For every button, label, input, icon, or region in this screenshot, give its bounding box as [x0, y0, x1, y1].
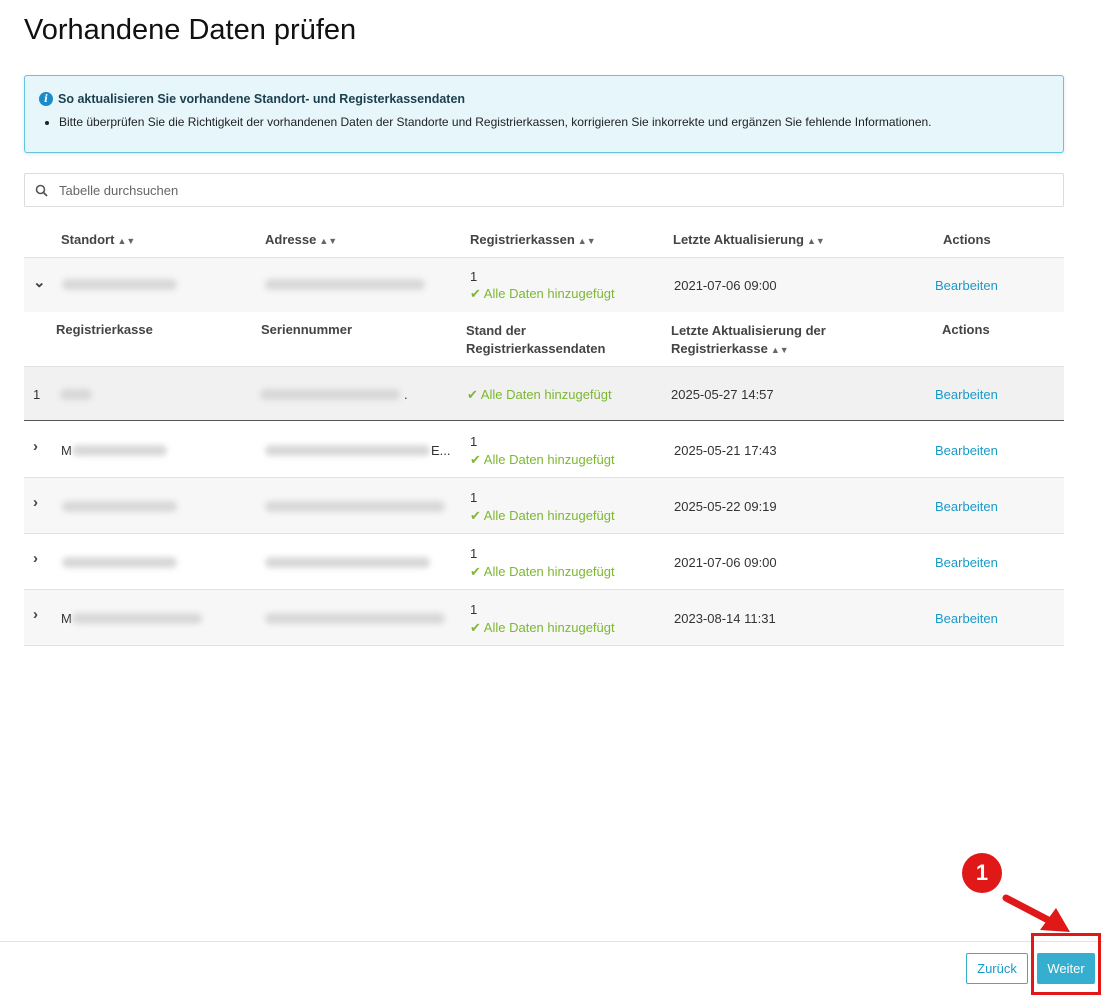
table-header: Standort ▲▼ Adresse ▲▼ Registrierkassen ▲▼ … — [24, 222, 1064, 258]
footer-divider — [0, 941, 1103, 942]
arrow-icon — [1002, 894, 1070, 932]
redacted-address — [265, 279, 425, 290]
sort-icon: ▲▼ — [770, 345, 789, 355]
info-box: i So aktualisieren Sie vorhandene Stando… — [24, 75, 1064, 153]
chevron-right-icon[interactable]: › — [33, 438, 38, 455]
sort-icon: ▲▼ — [577, 236, 596, 246]
table-row: › M E... 1 ✔ Alle Daten hinzugefügt 2025… — [24, 422, 1064, 478]
last-update: 2025-05-21 17:43 — [674, 443, 777, 458]
redacted-standort — [62, 501, 177, 512]
status-label: ✔ Alle Daten hinzugefügt — [470, 620, 615, 635]
edit-link[interactable]: Bearbeiten — [935, 443, 998, 458]
redacted-serial — [260, 389, 400, 400]
last-update: 2025-05-22 09:19 — [674, 499, 777, 514]
table-row: › M 1 ✔ Alle Daten hinzugefügt 2023-08-1… — [24, 590, 1064, 646]
redacted-standort — [72, 613, 202, 624]
edit-link[interactable]: Bearbeiten — [935, 499, 998, 514]
address-suffix: E... — [431, 443, 451, 458]
redacted-standort — [72, 445, 167, 456]
header-registrierkassen[interactable]: Registrierkassen ▲▼ — [470, 232, 596, 247]
redacted-address — [265, 501, 445, 512]
register-count: 1 — [470, 434, 478, 449]
redacted-address — [265, 445, 430, 456]
search-bar — [24, 173, 1064, 207]
register-count: 1 — [470, 490, 478, 505]
edit-link[interactable]: Bearbeiten — [935, 555, 998, 570]
info-list-item: Bitte überprüfen Sie die Richtigkeit der… — [59, 115, 1049, 129]
serial-suffix: . — [404, 387, 408, 402]
header-letzte-aktualisierung[interactable]: Letzte Aktualisierung ▲▼ — [673, 232, 825, 247]
sub-header-stand: Stand der Registrierkassendaten — [466, 323, 606, 356]
edit-link[interactable]: Bearbeiten — [935, 611, 998, 626]
sub-header-registrierkasse: Registrierkasse — [56, 322, 153, 337]
info-title-text: So aktualisieren Sie vorhandene Standort… — [58, 92, 466, 106]
last-update: 2021-07-06 09:00 — [674, 278, 777, 293]
status-label: ✔ Alle Daten hinzugefügt — [470, 508, 615, 523]
chevron-right-icon[interactable]: › — [33, 494, 38, 511]
redacted-register — [60, 389, 92, 400]
standort-prefix: M — [61, 611, 72, 626]
chevron-down-icon[interactable]: ⌄ — [33, 273, 46, 291]
redacted-address — [265, 557, 430, 568]
sort-icon: ▲▼ — [806, 236, 825, 246]
register-index: 1 — [33, 387, 41, 402]
last-update: 2021-07-06 09:00 — [674, 555, 777, 570]
table-row: ⌄ 1 ✔ Alle Daten hinzugefügt 2021-07-06 … — [24, 258, 1064, 312]
edit-link[interactable]: Bearbeiten — [935, 387, 998, 402]
redacted-address — [265, 613, 445, 624]
edit-link[interactable]: Bearbeiten — [935, 278, 998, 293]
page-title: Vorhandene Daten prüfen — [24, 14, 357, 46]
search-icon — [25, 184, 57, 197]
redacted-standort — [62, 557, 177, 568]
status-label: ✔ Alle Daten hinzugefügt — [470, 564, 615, 579]
sub-header-actions: Actions — [942, 322, 990, 337]
back-button[interactable]: Zurück — [966, 953, 1028, 984]
sort-icon: ▲▼ — [319, 236, 338, 246]
step-badge: 1 — [962, 853, 1002, 893]
header-standort[interactable]: Standort ▲▼ — [61, 232, 135, 247]
last-update: 2023-08-14 11:31 — [674, 611, 776, 626]
info-icon: i — [39, 92, 53, 106]
register-count: 1 — [470, 546, 478, 561]
status-label: ✔ Alle Daten hinzugefügt — [467, 387, 612, 402]
highlight-box — [1031, 933, 1101, 995]
header-actions: Actions — [943, 232, 991, 247]
status-label: ✔ Alle Daten hinzugefügt — [470, 286, 615, 301]
status-label: ✔ Alle Daten hinzugefügt — [470, 452, 615, 467]
sort-icon: ▲▼ — [117, 236, 136, 246]
register-count: 1 — [470, 602, 478, 617]
header-adresse[interactable]: Adresse ▲▼ — [265, 232, 337, 247]
standort-prefix: M — [61, 443, 72, 458]
search-input[interactable] — [57, 181, 1063, 199]
subtable-header: Registrierkasse Seriennummer Stand der Re… — [24, 312, 1064, 366]
table-row: › 1 ✔ Alle Daten hinzugefügt 2021-07-06 … — [24, 534, 1064, 590]
chevron-right-icon[interactable]: › — [33, 550, 38, 567]
chevron-right-icon[interactable]: › — [33, 606, 38, 623]
sub-header-seriennummer: Seriennummer — [261, 322, 353, 337]
subtable-row: 1 . ✔ Alle Daten hinzugefügt 2025-05-27 … — [24, 366, 1064, 421]
redacted-standort — [62, 279, 177, 290]
register-count: 1 — [470, 269, 478, 284]
info-list: Bitte überprüfen Sie die Richtigkeit der… — [39, 115, 1049, 129]
last-update: 2025-05-27 14:57 — [671, 387, 774, 402]
info-title: i So aktualisieren Sie vorhandene Stando… — [39, 92, 1049, 106]
sub-header-letzte[interactable]: Letzte Aktualisierung der Registrierkasse… — [671, 322, 826, 359]
table-row: › 1 ✔ Alle Daten hinzugefügt 2025-05-22 … — [24, 478, 1064, 534]
